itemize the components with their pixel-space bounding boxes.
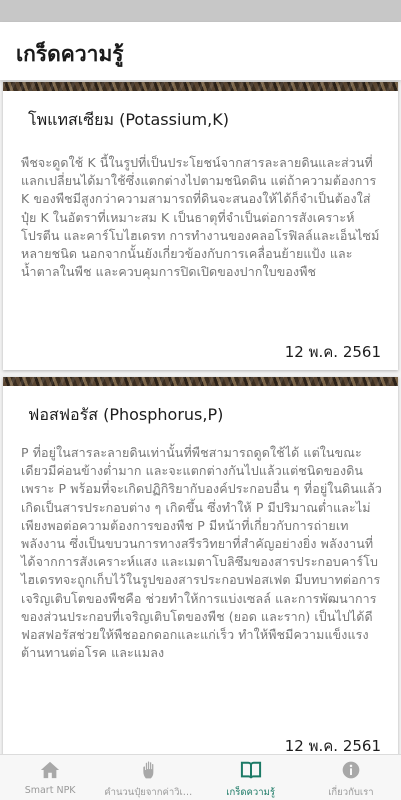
card-title: โพแทสเซียม (Potassium,K) — [28, 110, 229, 129]
nav-label: เกร็ดความรู้ — [226, 787, 275, 798]
home-icon — [41, 761, 60, 779]
card-banner-image — [3, 377, 398, 386]
book-icon — [240, 761, 261, 779]
app-bar: เกร็ดความรู้ — [0, 22, 401, 80]
nav-label: คำนวนปุ๋ยจากค่าวิเคราะห์ดิน — [104, 787, 200, 798]
nav-item-calculate[interactable]: คำนวนปุ๋ยจากค่าวิเคราะห์ดิน — [100, 755, 201, 800]
bottom-navigation: Smart NPK คำนวนปุ๋ยจากค่าวิเคราะห์ดิน เก… — [0, 754, 401, 800]
knowledge-card[interactable]: โพแทสเซียม (Potassium,K) พืชจะดูดใช้ K น… — [3, 82, 398, 370]
nav-item-home[interactable]: Smart NPK — [0, 755, 100, 800]
info-icon — [342, 761, 360, 779]
knowledge-list[interactable]: โพแทสเซียม (Potassium,K) พืชจะดูดใช้ K น… — [0, 80, 401, 754]
knowledge-card[interactable]: ฟอสฟอรัส (Phosphorus,P) P ที่อยู่ในสารละ… — [3, 377, 398, 754]
status-bar — [0, 0, 401, 22]
nav-label: Smart NPK — [24, 785, 76, 796]
hand-icon — [143, 761, 154, 779]
card-body: P ที่อยู่ในสารละลายดินเท่านั้นที่พืชสามา… — [21, 445, 383, 661]
card-date: 12 พ.ค. 2561 — [284, 343, 381, 361]
card-body: พืชจะดูดใช้ K นี้ในรูปที่เป็นประโยชน์จาก… — [21, 155, 380, 280]
card-title: ฟอสฟอรัส (Phosphorus,P) — [28, 405, 224, 424]
nav-item-knowledge[interactable]: เกร็ดความรู้ — [201, 755, 301, 800]
card-date: 12 พ.ค. 2561 — [284, 737, 381, 754]
card-banner-image — [3, 82, 398, 91]
nav-label: เกี่ยวกับเรา — [328, 787, 374, 798]
nav-item-about[interactable]: เกี่ยวกับเรา — [301, 755, 401, 800]
page-title: เกร็ดความรู้ — [16, 42, 124, 66]
